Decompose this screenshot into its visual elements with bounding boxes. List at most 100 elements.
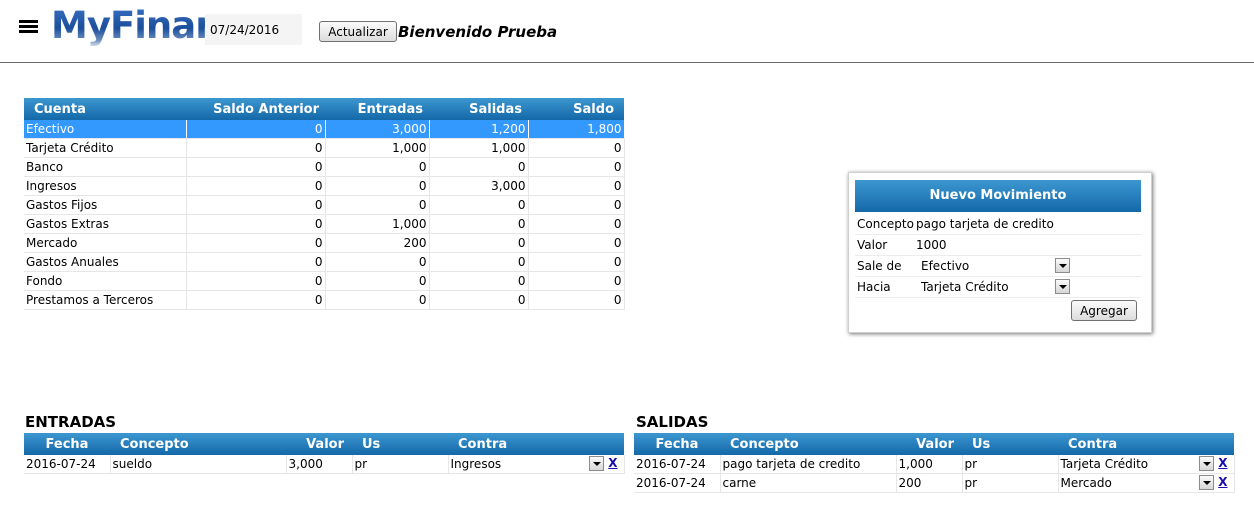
concepto-input[interactable]: pago tarjeta de credito <box>916 217 1054 231</box>
table-row[interactable]: Prestamos a Terceros 0 0 0 0 <box>24 290 625 310</box>
contra-value: Ingresos <box>450 457 502 471</box>
update-button[interactable]: Actualizar <box>319 21 397 42</box>
salidas-table-body: 2016-07-24 pago tarjeta de credito 1,000 pr… <box>634 455 1235 493</box>
chevron-down-icon[interactable] <box>1198 475 1214 490</box>
sale-de-row: Sale de Efectivo <box>855 257 1141 277</box>
cell-concepto: carne <box>720 473 897 493</box>
cell-saldo: 0 <box>528 176 625 196</box>
cell-saldo-anterior: 0 <box>186 176 326 196</box>
cell-valor: 1,000 <box>896 455 963 474</box>
cell-entradas: 1,000 <box>325 214 430 234</box>
valor-row: Valor 1000 <box>855 236 1141 256</box>
cell-entradas: 0 <box>325 290 430 310</box>
cell-contra[interactable]: Mercado X <box>1058 473 1235 493</box>
contra-value: Mercado <box>1060 476 1112 490</box>
chevron-down-icon[interactable] <box>1198 456 1214 471</box>
table-row: 2016-07-24 carne 200 pr Mercado X <box>634 473 1235 493</box>
cell-salidas: 0 <box>429 271 529 291</box>
table-row[interactable]: Gastos Anuales 0 0 0 0 <box>24 252 625 272</box>
table-row[interactable]: Gastos Extras 0 1,000 0 0 <box>24 214 625 234</box>
delete-link[interactable]: X <box>1218 475 1227 489</box>
hamburger-menu-icon[interactable] <box>19 20 38 37</box>
cell-salidas: 0 <box>429 233 529 253</box>
cell-saldo-anterior: 0 <box>186 157 326 177</box>
entradas-table: Fecha Concepto Valor Us Contra 2016-07-2… <box>24 433 625 474</box>
salidas-title: SALIDAS <box>636 413 709 431</box>
cell-cuenta: Fondo <box>24 271 187 291</box>
chevron-down-icon[interactable] <box>588 456 604 471</box>
cell-cuenta: Tarjeta Crédito <box>24 138 187 158</box>
table-row[interactable]: Ingresos 0 0 3,000 0 <box>24 176 625 196</box>
col-cuenta: Cuenta <box>24 98 186 120</box>
chevron-down-icon[interactable] <box>1055 258 1070 273</box>
cell-entradas: 0 <box>325 176 430 196</box>
cell-valor: 3,000 <box>286 455 353 474</box>
col-valor: Valor <box>286 433 352 455</box>
cell-concepto: sueldo <box>110 455 287 474</box>
entradas-title: ENTRADAS <box>25 413 117 431</box>
valor-input[interactable]: 1000 <box>916 238 947 252</box>
sale-de-select[interactable]: Efectivo <box>919 258 1070 275</box>
panel-title: Nuevo Movimiento <box>855 180 1141 212</box>
cell-entradas: 0 <box>325 195 430 215</box>
col-contra: Contra <box>448 433 624 455</box>
cell-saldo-anterior: 0 <box>186 214 326 234</box>
table-row[interactable]: Banco 0 0 0 0 <box>24 157 625 177</box>
cell-entradas: 0 <box>325 252 430 272</box>
cell-entradas: 200 <box>325 233 430 253</box>
logo-reflection <box>51 40 201 50</box>
col-us: Us <box>962 433 1058 455</box>
cell-saldo: 0 <box>528 195 625 215</box>
cell-salidas: 1,000 <box>429 138 529 158</box>
cell-saldo: 0 <box>528 271 625 291</box>
cell-entradas: 0 <box>325 271 430 291</box>
cell-cuenta: Banco <box>24 157 187 177</box>
delete-link[interactable]: X <box>1218 456 1227 470</box>
col-concepto: Concepto <box>110 433 286 455</box>
cell-saldo: 0 <box>528 290 625 310</box>
table-row[interactable]: Mercado 0 200 0 0 <box>24 233 625 253</box>
table-row: 2016-07-24 pago tarjeta de credito 1,000 pr… <box>634 455 1235 474</box>
cell-entradas: 0 <box>325 157 430 177</box>
cell-saldo-anterior: 0 <box>186 138 326 158</box>
cell-saldo-anterior: 0 <box>186 233 326 253</box>
date-input[interactable] <box>205 14 302 45</box>
col-us: Us <box>352 433 448 455</box>
col-entradas: Entradas <box>325 98 429 120</box>
chevron-down-icon[interactable] <box>1055 279 1070 294</box>
cell-entradas: 3,000 <box>325 120 430 139</box>
sale-de-label: Sale de <box>857 259 902 273</box>
cell-us: pr <box>352 455 449 474</box>
concepto-label: Concepto <box>857 217 914 231</box>
top-bar: MyFinan Actualizar Bienvenido Prueba <box>0 0 1254 63</box>
cell-cuenta: Gastos Extras <box>24 214 187 234</box>
table-row[interactable]: Gastos Fijos 0 0 0 0 <box>24 195 625 215</box>
add-button[interactable]: Agregar <box>1071 300 1137 321</box>
cell-concepto: pago tarjeta de credito <box>720 455 897 474</box>
cell-saldo: 0 <box>528 233 625 253</box>
table-row[interactable]: Fondo 0 0 0 0 <box>24 271 625 291</box>
table-row: 2016-07-24 sueldo 3,000 pr Ingresos X <box>24 455 625 474</box>
hacia-row: Hacia Tarjeta Crédito <box>855 278 1141 298</box>
cell-contra[interactable]: Tarjeta Crédito X <box>1058 455 1235 474</box>
delete-link[interactable]: X <box>608 456 617 470</box>
table-row[interactable]: Efectivo 0 3,000 1,200 1,800 <box>24 120 625 139</box>
table-row[interactable]: Tarjeta Crédito 0 1,000 1,000 0 <box>24 138 625 158</box>
cell-cuenta: Prestamos a Terceros <box>24 290 187 310</box>
cell-saldo: 0 <box>528 214 625 234</box>
accounts-table: Cuenta Saldo Anterior Entradas Salidas S… <box>24 98 625 310</box>
col-saldo: Saldo <box>528 98 624 120</box>
col-fecha: Fecha <box>24 433 110 455</box>
cell-salidas: 1,200 <box>429 120 529 139</box>
cell-entradas: 1,000 <box>325 138 430 158</box>
cell-cuenta: Efectivo <box>24 120 187 139</box>
cell-saldo-anterior: 0 <box>186 290 326 310</box>
cell-contra[interactable]: Ingresos X <box>448 455 625 474</box>
col-concepto: Concepto <box>720 433 896 455</box>
hacia-select[interactable]: Tarjeta Crédito <box>919 279 1070 296</box>
sale-de-value: Efectivo <box>921 259 970 273</box>
cell-cuenta: Gastos Fijos <box>24 195 187 215</box>
cell-saldo-anterior: 0 <box>186 195 326 215</box>
cell-salidas: 0 <box>429 157 529 177</box>
col-saldo-anterior: Saldo Anterior <box>186 98 325 120</box>
